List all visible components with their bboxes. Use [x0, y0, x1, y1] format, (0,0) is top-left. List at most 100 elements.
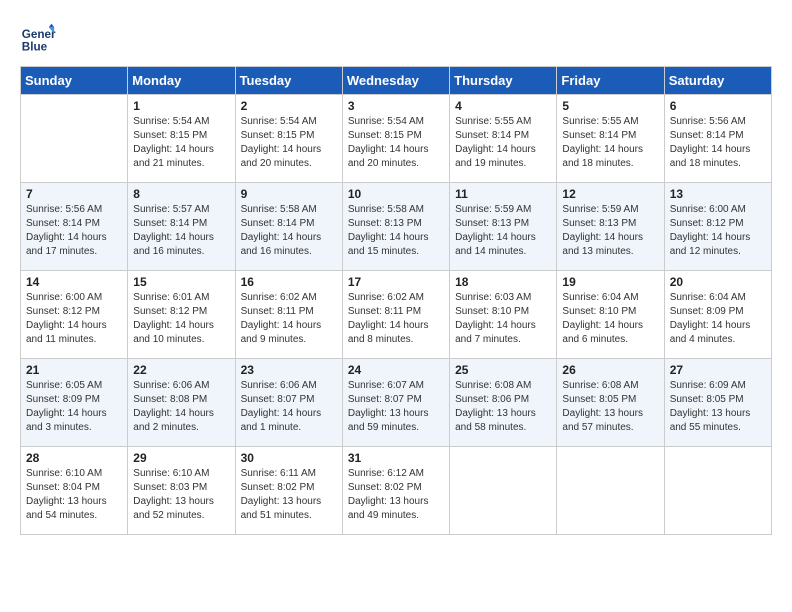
- day-number: 16: [241, 275, 337, 289]
- logo-icon: General Blue: [20, 20, 56, 56]
- col-header-tuesday: Tuesday: [235, 67, 342, 95]
- day-number: 5: [562, 99, 658, 113]
- day-number: 10: [348, 187, 444, 201]
- day-info: Sunrise: 6:10 AM Sunset: 8:03 PM Dayligh…: [133, 467, 229, 523]
- day-number: 25: [455, 363, 551, 377]
- day-info: Sunrise: 5:58 AM Sunset: 8:13 PM Dayligh…: [348, 203, 444, 259]
- day-number: 11: [455, 187, 551, 201]
- col-header-saturday: Saturday: [664, 67, 771, 95]
- calendar-table: SundayMondayTuesdayWednesdayThursdayFrid…: [20, 66, 772, 535]
- day-info: Sunrise: 5:58 AM Sunset: 8:14 PM Dayligh…: [241, 203, 337, 259]
- calendar-cell: 20 Sunrise: 6:04 AM Sunset: 8:09 PM Dayli…: [664, 271, 771, 359]
- day-number: 13: [670, 187, 766, 201]
- day-info: Sunrise: 5:54 AM Sunset: 8:15 PM Dayligh…: [348, 115, 444, 171]
- day-info: Sunrise: 5:57 AM Sunset: 8:14 PM Dayligh…: [133, 203, 229, 259]
- calendar-cell: 3 Sunrise: 5:54 AM Sunset: 8:15 PM Daylig…: [342, 95, 449, 183]
- col-header-wednesday: Wednesday: [342, 67, 449, 95]
- day-number: 24: [348, 363, 444, 377]
- day-number: 23: [241, 363, 337, 377]
- calendar-cell: 1Sunrise: 5:54 AM Sunset: 8:15 PM Daylig…: [128, 95, 235, 183]
- svg-text:General: General: [22, 28, 56, 41]
- calendar-cell: 28 Sunrise: 6:10 AM Sunset: 8:04 PM Dayli…: [21, 447, 128, 535]
- day-info: Sunrise: 6:00 AM Sunset: 8:12 PM Dayligh…: [670, 203, 766, 259]
- svg-text:Blue: Blue: [22, 41, 48, 54]
- day-info: Sunrise: 6:11 AM Sunset: 8:02 PM Dayligh…: [241, 467, 337, 523]
- day-info: Sunrise: 5:56 AM Sunset: 8:14 PM Dayligh…: [670, 115, 766, 171]
- calendar-cell: 25Sunrise: 6:08 AM Sunset: 8:06 PM Dayli…: [450, 359, 557, 447]
- day-number: 17: [348, 275, 444, 289]
- calendar-cell: 30 Sunrise: 6:11 AM Sunset: 8:02 PM Dayli…: [235, 447, 342, 535]
- day-number: 3: [348, 99, 444, 113]
- day-info: Sunrise: 5:55 AM Sunset: 8:14 PM Dayligh…: [455, 115, 551, 171]
- calendar-cell: 10 Sunrise: 5:58 AM Sunset: 8:13 PM Dayli…: [342, 183, 449, 271]
- calendar-cell: 23 Sunrise: 6:06 AM Sunset: 8:07 PM Dayli…: [235, 359, 342, 447]
- day-number: 6: [670, 99, 766, 113]
- day-info: Sunrise: 6:00 AM Sunset: 8:12 PM Dayligh…: [26, 291, 122, 347]
- calendar-cell: 17 Sunrise: 6:02 AM Sunset: 8:11 PM Dayli…: [342, 271, 449, 359]
- day-info: Sunrise: 5:55 AM Sunset: 8:14 PM Dayligh…: [562, 115, 658, 171]
- day-info: Sunrise: 6:10 AM Sunset: 8:04 PM Dayligh…: [26, 467, 122, 523]
- col-header-thursday: Thursday: [450, 67, 557, 95]
- logo: General Blue: [20, 20, 60, 56]
- day-number: 28: [26, 451, 122, 465]
- calendar-cell: 18Sunrise: 6:03 AM Sunset: 8:10 PM Dayli…: [450, 271, 557, 359]
- day-number: 26: [562, 363, 658, 377]
- calendar-cell: 13 Sunrise: 6:00 AM Sunset: 8:12 PM Dayli…: [664, 183, 771, 271]
- col-header-friday: Friday: [557, 67, 664, 95]
- day-info: Sunrise: 6:04 AM Sunset: 8:09 PM Dayligh…: [670, 291, 766, 347]
- day-info: Sunrise: 6:02 AM Sunset: 8:11 PM Dayligh…: [241, 291, 337, 347]
- day-number: 27: [670, 363, 766, 377]
- calendar-cell: 14 Sunrise: 6:00 AM Sunset: 8:12 PM Dayli…: [21, 271, 128, 359]
- day-info: Sunrise: 6:05 AM Sunset: 8:09 PM Dayligh…: [26, 379, 122, 435]
- calendar-cell: [450, 447, 557, 535]
- day-info: Sunrise: 6:06 AM Sunset: 8:07 PM Dayligh…: [241, 379, 337, 435]
- page-header: General Blue: [20, 20, 772, 56]
- day-number: 20: [670, 275, 766, 289]
- calendar-cell: 26 Sunrise: 6:08 AM Sunset: 8:05 PM Dayli…: [557, 359, 664, 447]
- day-info: Sunrise: 6:09 AM Sunset: 8:05 PM Dayligh…: [670, 379, 766, 435]
- day-number: 15: [133, 275, 229, 289]
- day-number: 19: [562, 275, 658, 289]
- calendar-cell: 16 Sunrise: 6:02 AM Sunset: 8:11 PM Dayli…: [235, 271, 342, 359]
- day-info: Sunrise: 6:01 AM Sunset: 8:12 PM Dayligh…: [133, 291, 229, 347]
- calendar-cell: 2 Sunrise: 5:54 AM Sunset: 8:15 PM Daylig…: [235, 95, 342, 183]
- day-info: Sunrise: 5:59 AM Sunset: 8:13 PM Dayligh…: [562, 203, 658, 259]
- day-info: Sunrise: 5:59 AM Sunset: 8:13 PM Dayligh…: [455, 203, 551, 259]
- day-number: 22: [133, 363, 229, 377]
- calendar-cell: 27 Sunrise: 6:09 AM Sunset: 8:05 PM Dayli…: [664, 359, 771, 447]
- col-header-monday: Monday: [128, 67, 235, 95]
- calendar-cell: 6 Sunrise: 5:56 AM Sunset: 8:14 PM Daylig…: [664, 95, 771, 183]
- day-number: 2: [241, 99, 337, 113]
- calendar-cell: 5 Sunrise: 5:55 AM Sunset: 8:14 PM Daylig…: [557, 95, 664, 183]
- calendar-cell: 31 Sunrise: 6:12 AM Sunset: 8:02 PM Dayli…: [342, 447, 449, 535]
- day-number: 30: [241, 451, 337, 465]
- calendar-cell: [21, 95, 128, 183]
- day-info: Sunrise: 6:04 AM Sunset: 8:10 PM Dayligh…: [562, 291, 658, 347]
- calendar-cell: [557, 447, 664, 535]
- day-info: Sunrise: 5:54 AM Sunset: 8:15 PM Dayligh…: [133, 115, 229, 171]
- col-header-sunday: Sunday: [21, 67, 128, 95]
- day-number: 14: [26, 275, 122, 289]
- calendar-cell: 8 Sunrise: 5:57 AM Sunset: 8:14 PM Daylig…: [128, 183, 235, 271]
- day-number: 9: [241, 187, 337, 201]
- day-number: 31: [348, 451, 444, 465]
- calendar-cell: 9 Sunrise: 5:58 AM Sunset: 8:14 PM Daylig…: [235, 183, 342, 271]
- day-number: 29: [133, 451, 229, 465]
- day-number: 4: [455, 99, 551, 113]
- calendar-cell: 19 Sunrise: 6:04 AM Sunset: 8:10 PM Dayli…: [557, 271, 664, 359]
- calendar-cell: [664, 447, 771, 535]
- day-info: Sunrise: 6:08 AM Sunset: 8:05 PM Dayligh…: [562, 379, 658, 435]
- day-info: Sunrise: 6:12 AM Sunset: 8:02 PM Dayligh…: [348, 467, 444, 523]
- day-info: Sunrise: 5:54 AM Sunset: 8:15 PM Dayligh…: [241, 115, 337, 171]
- day-number: 12: [562, 187, 658, 201]
- calendar-cell: 21 Sunrise: 6:05 AM Sunset: 8:09 PM Dayli…: [21, 359, 128, 447]
- day-number: 8: [133, 187, 229, 201]
- calendar-cell: 4 Sunrise: 5:55 AM Sunset: 8:14 PM Daylig…: [450, 95, 557, 183]
- day-info: Sunrise: 6:02 AM Sunset: 8:11 PM Dayligh…: [348, 291, 444, 347]
- day-info: Sunrise: 6:06 AM Sunset: 8:08 PM Dayligh…: [133, 379, 229, 435]
- day-number: 21: [26, 363, 122, 377]
- calendar-cell: 7Sunrise: 5:56 AM Sunset: 8:14 PM Daylig…: [21, 183, 128, 271]
- calendar-cell: 15 Sunrise: 6:01 AM Sunset: 8:12 PM Dayli…: [128, 271, 235, 359]
- calendar-cell: 24 Sunrise: 6:07 AM Sunset: 8:07 PM Dayli…: [342, 359, 449, 447]
- day-info: Sunrise: 6:07 AM Sunset: 8:07 PM Dayligh…: [348, 379, 444, 435]
